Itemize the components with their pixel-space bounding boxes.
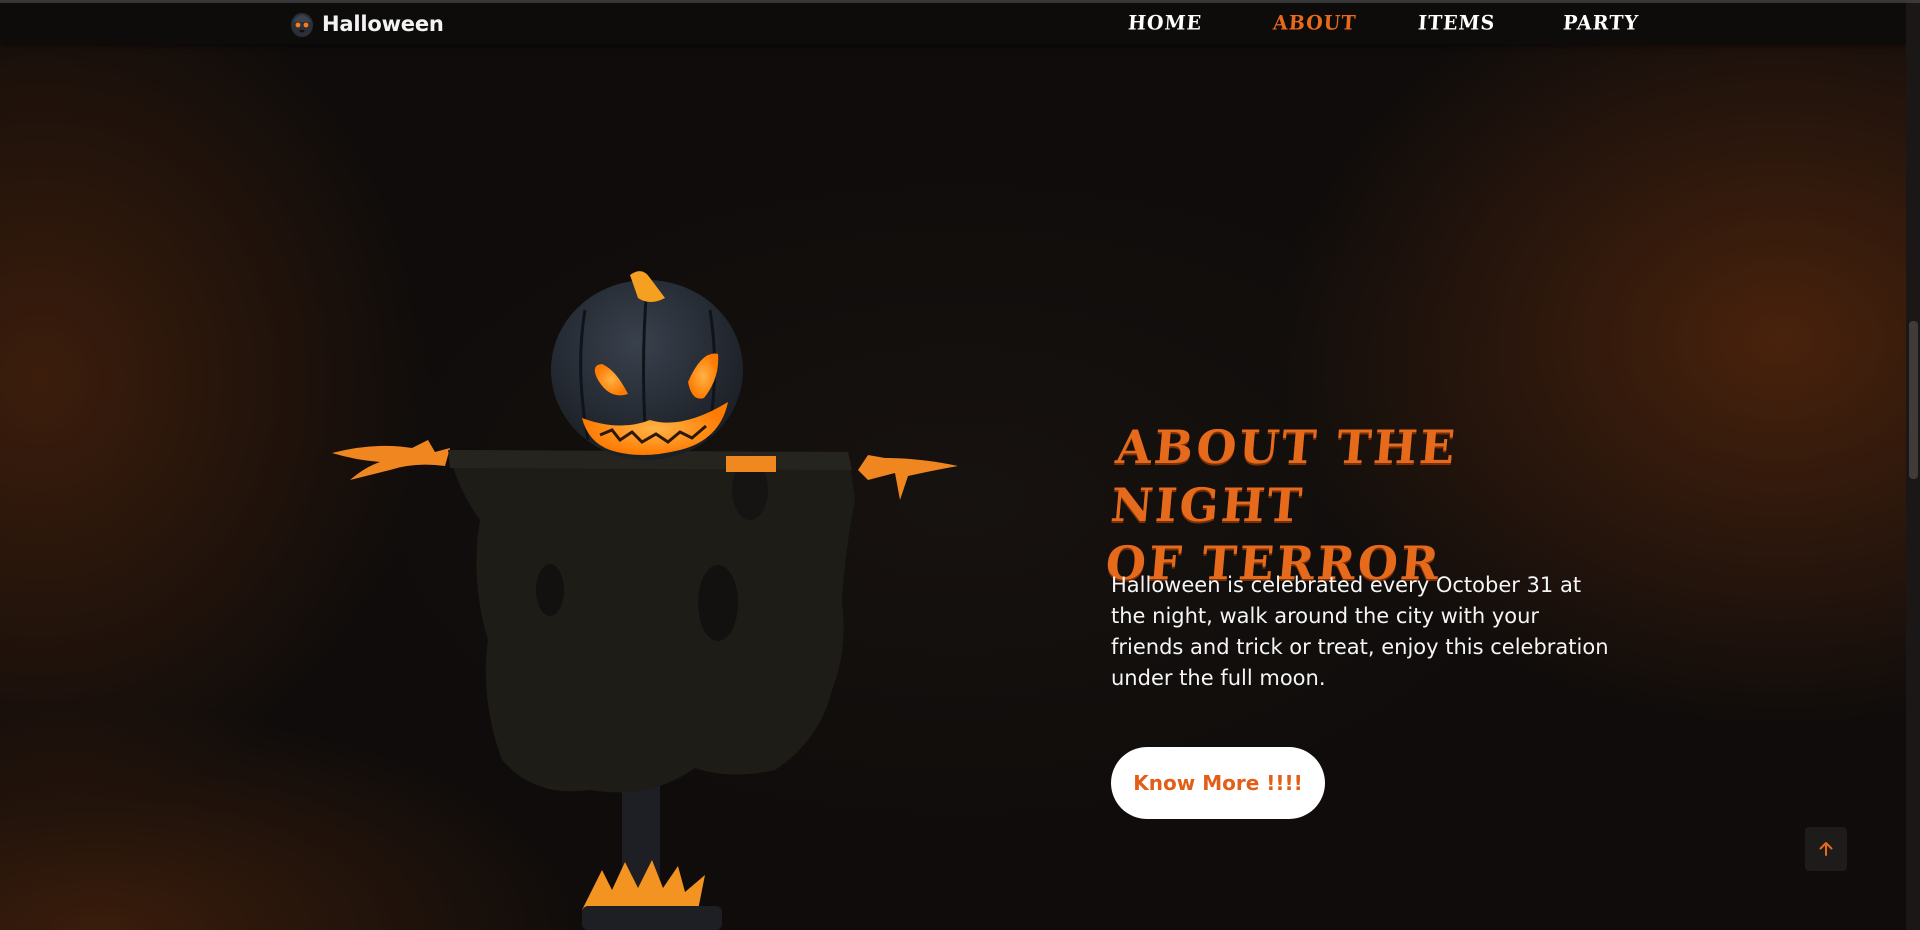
about-title: ABOUT THE NIGHT OF TERROR <box>1103 418 1598 592</box>
scrollbar-thumb[interactable] <box>1909 321 1918 479</box>
main-nav: HOME ABOUT ITEMS PARTY <box>1127 11 1709 34</box>
nav-party[interactable]: PARTY <box>1562 11 1709 34</box>
logo-text: Halloween <box>322 12 444 36</box>
ghost-face-icon <box>291 13 313 37</box>
page-scrollbar[interactable] <box>1906 3 1920 930</box>
about-description: Halloween is celebrated every October 31… <box>1111 573 1609 690</box>
site-header: Halloween HOME ABOUT ITEMS PARTY <box>0 3 1906 44</box>
about-title-line-1: ABOUT THE NIGHT <box>1108 420 1460 532</box>
nav-about[interactable]: ABOUT <box>1272 11 1419 34</box>
site-logo[interactable]: Halloween <box>288 9 444 39</box>
pumpkin-scarecrow-image <box>332 271 958 930</box>
scroll-up-button[interactable] <box>1805 827 1847 871</box>
arrow-up-icon <box>1819 842 1833 856</box>
know-more-button[interactable]: Know More !!!! <box>1111 747 1325 819</box>
nav-home[interactable]: HOME <box>1127 11 1274 34</box>
nav-items[interactable]: ITEMS <box>1417 11 1564 34</box>
